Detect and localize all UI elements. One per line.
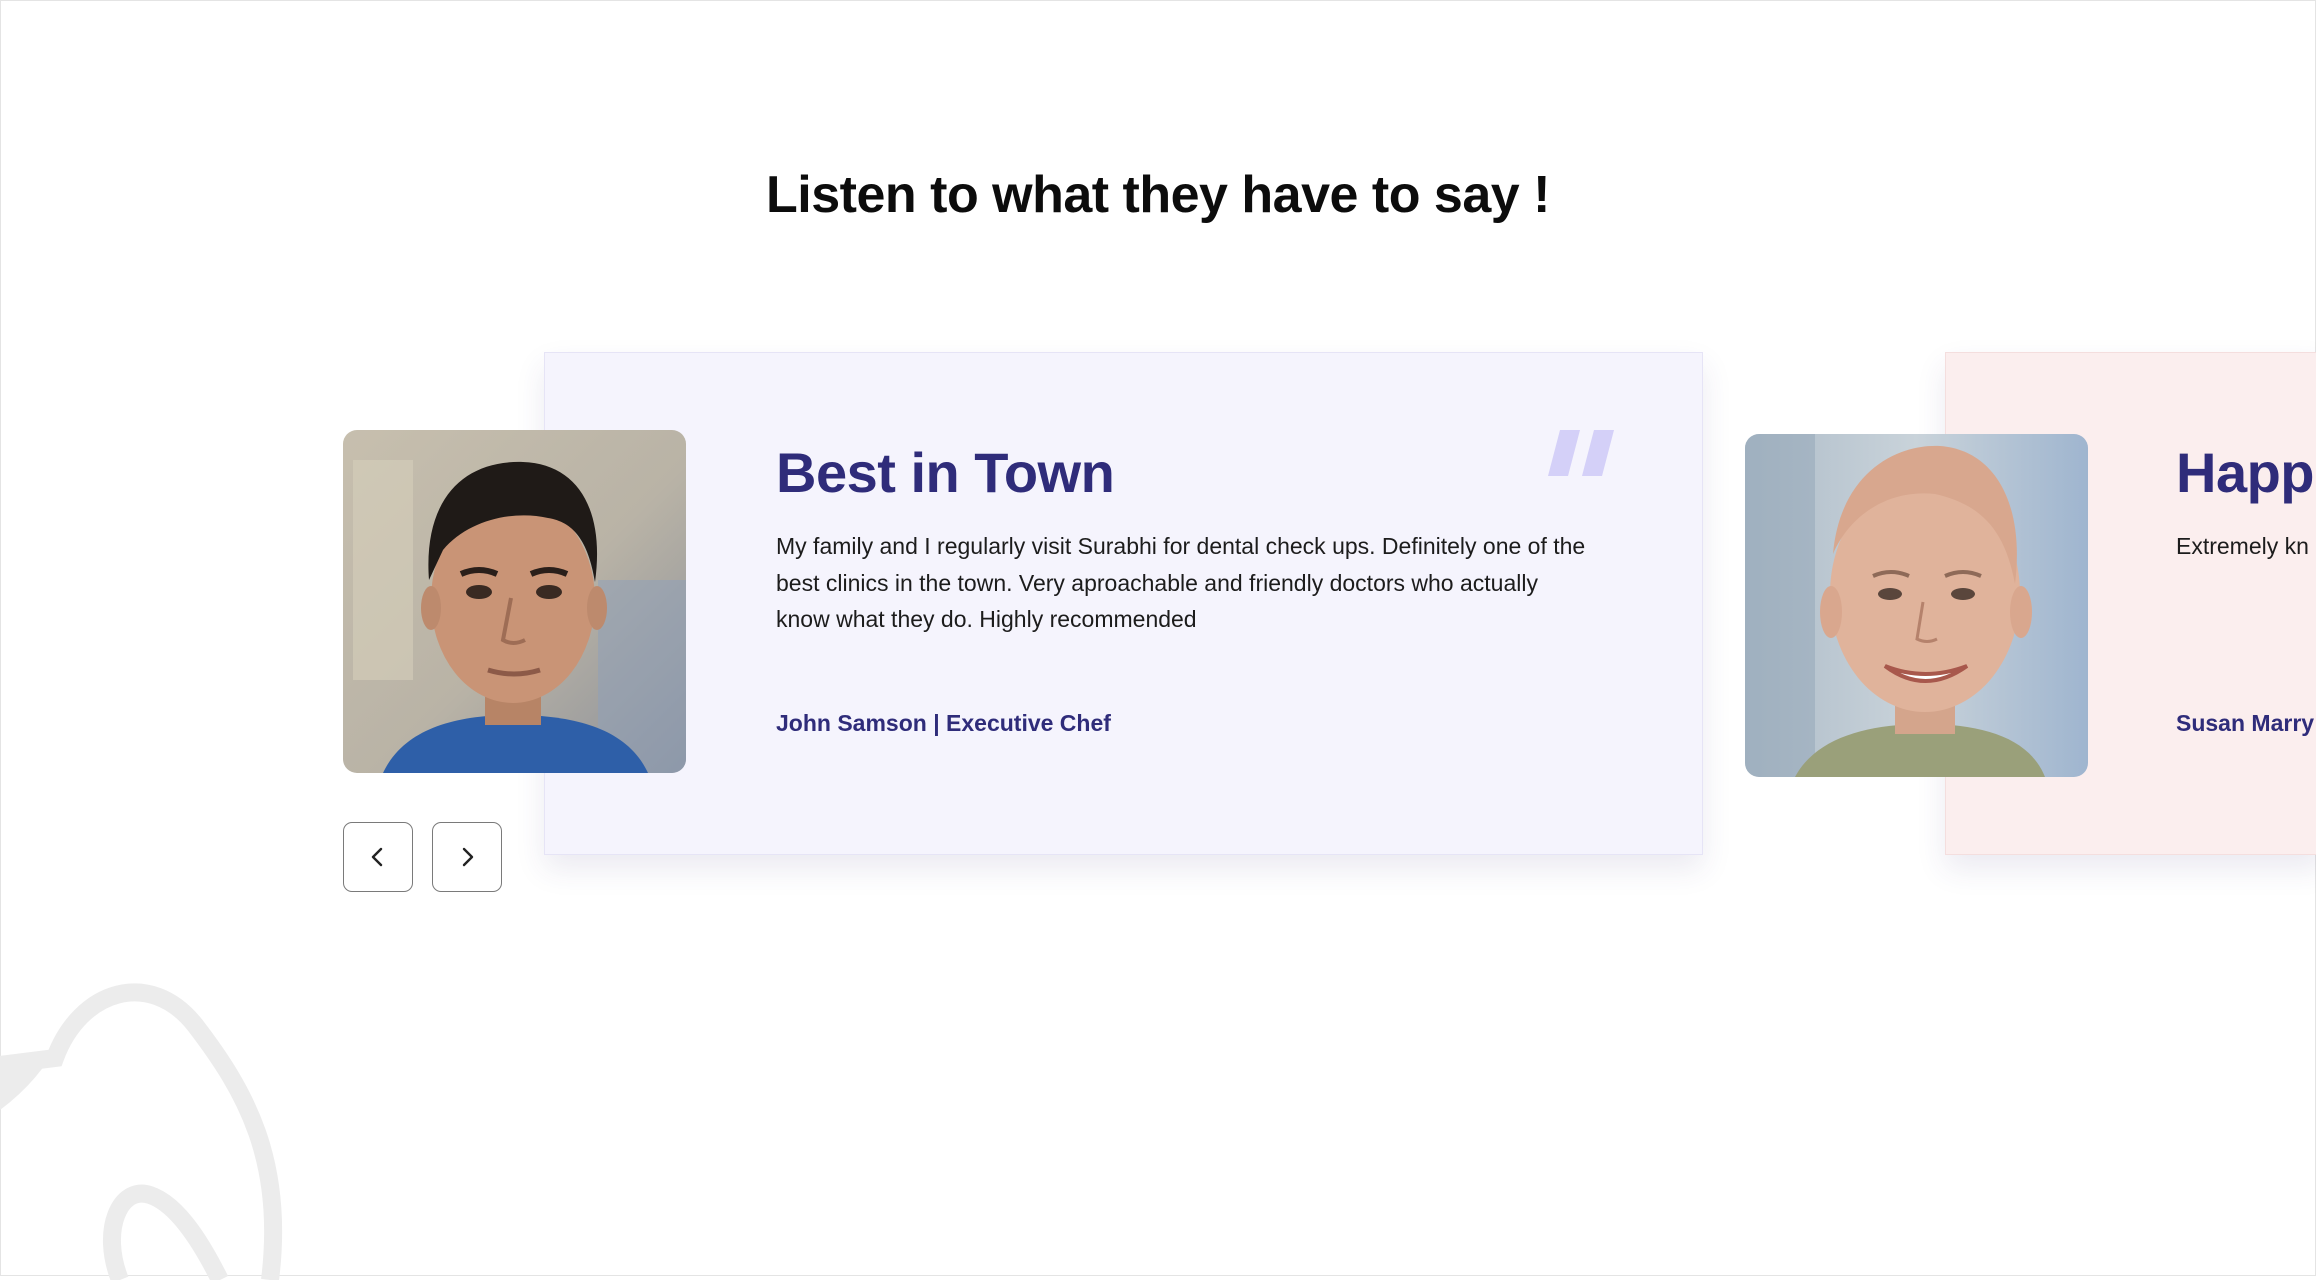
testimonial-title: Happ [2176, 441, 2315, 504]
avatar [1745, 434, 2088, 777]
quote-icon [1548, 430, 1614, 476]
testimonial-text: Extremely kn and well exp Regular visito [2176, 533, 2316, 559]
testimonial-author: Susan Marry [2176, 710, 2315, 736]
prev-button[interactable] [343, 822, 413, 892]
testimonial-title: Best in Town [776, 441, 1115, 504]
next-button[interactable] [432, 822, 502, 892]
avatar [343, 430, 686, 773]
testimonial-text: My family and I regularly visit Surabhi … [776, 533, 1586, 632]
section-heading: Listen to what they have to say ! [766, 166, 1550, 224]
chevron-right-icon [462, 847, 474, 867]
testimonial-next-content: Happ Extremely kn and well exp Regular v… [2176, 430, 2316, 760]
testimonial-author: John Samson | Executive Chef [776, 710, 1111, 736]
chevron-left-icon [371, 847, 383, 867]
tooth-outline-icon [0, 983, 283, 1280]
